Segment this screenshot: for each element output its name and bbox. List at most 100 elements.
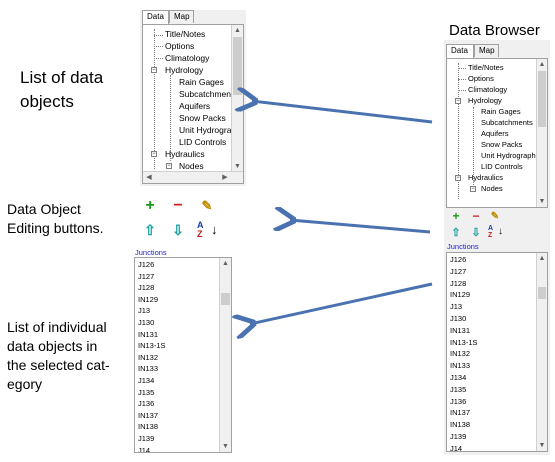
- list-item[interactable]: J127: [450, 266, 466, 277]
- scrollbar-thumb[interactable]: [538, 71, 546, 127]
- scroll-up-icon[interactable]: ▲: [537, 60, 547, 69]
- object-tree[interactable]: Title/Notes Options Climatology − Hydrol…: [446, 58, 548, 208]
- list-item[interactable]: J139: [138, 433, 154, 444]
- list-item[interactable]: J13: [138, 305, 150, 316]
- list-item[interactable]: IN132: [138, 352, 158, 363]
- list-item[interactable]: J135: [450, 384, 466, 395]
- scroll-up-icon[interactable]: ▲: [537, 254, 547, 263]
- list-item[interactable]: J126: [138, 259, 154, 270]
- delete-button[interactable]: −: [171, 197, 185, 214]
- tree-horizontal-scrollbar[interactable]: ◀ ▶: [143, 171, 243, 183]
- tree-item-title-notes[interactable]: Title/Notes: [165, 29, 205, 40]
- list-item[interactable]: IN133: [138, 363, 158, 374]
- list-item[interactable]: IN131: [138, 329, 158, 340]
- scroll-left-icon[interactable]: ◀: [145, 173, 153, 182]
- list-item[interactable]: IN133: [450, 360, 470, 371]
- tree-item-climatology[interactable]: Climatology: [468, 85, 507, 94]
- list-item[interactable]: J135: [138, 387, 154, 398]
- collapse-icon[interactable]: −: [151, 151, 157, 157]
- list-item[interactable]: J139: [450, 431, 466, 442]
- scrollbar-thumb[interactable]: [221, 293, 230, 305]
- tree-item-snow-packs[interactable]: Snow Packs: [481, 140, 522, 149]
- list-item[interactable]: IN138: [450, 419, 470, 430]
- object-tree[interactable]: Title/Notes Options Climatology − Hydrol…: [142, 24, 244, 184]
- object-list[interactable]: J126 J127 J128 IN129 J13 J130 IN131 IN13-1S IN13…: [446, 252, 548, 452]
- tree-item-aquifers[interactable]: Aquifers: [179, 101, 210, 112]
- tree-item-unit-hydrograph[interactable]: Unit Hydrograph: [481, 151, 536, 160]
- list-item[interactable]: J14: [138, 445, 150, 452]
- collapse-icon[interactable]: −: [455, 98, 461, 104]
- collapse-icon[interactable]: −: [151, 67, 157, 73]
- expand-icon[interactable]: −: [166, 163, 172, 169]
- tree-item-rain-gages[interactable]: Rain Gages: [179, 77, 224, 88]
- scroll-down-icon[interactable]: ▼: [537, 441, 547, 450]
- move-down-button[interactable]: ⇩: [171, 222, 185, 238]
- scroll-right-icon[interactable]: ▶: [221, 173, 229, 182]
- list-item[interactable]: J134: [138, 375, 154, 386]
- list-item[interactable]: J128: [138, 282, 154, 293]
- tree-item-snow-packs[interactable]: Snow Packs: [179, 113, 226, 124]
- tree-item-hydrology[interactable]: Hydrology: [468, 96, 502, 105]
- tab-map[interactable]: Map: [474, 44, 499, 57]
- list-item[interactable]: J136: [450, 396, 466, 407]
- list-item[interactable]: IN138: [138, 421, 158, 432]
- list-item[interactable]: J130: [138, 317, 154, 328]
- scroll-up-icon[interactable]: ▲: [220, 259, 231, 268]
- list-item[interactable]: IN137: [450, 407, 470, 418]
- list-item[interactable]: IN137: [138, 410, 158, 421]
- tree-item-title-notes[interactable]: Title/Notes: [468, 63, 504, 72]
- tree-item-subcatchments[interactable]: Subcatchments: [179, 89, 238, 100]
- tree-vertical-scrollbar[interactable]: ▲ ▼: [231, 25, 243, 172]
- scroll-up-icon[interactable]: ▲: [232, 26, 243, 35]
- tree-item-hydraulics[interactable]: Hydraulics: [165, 149, 205, 160]
- edit-button[interactable]: ✎: [199, 198, 215, 214]
- tree-item-hydrology[interactable]: Hydrology: [165, 65, 203, 76]
- list-vertical-scrollbar[interactable]: ▲ ▼: [219, 258, 231, 452]
- list-vertical-scrollbar[interactable]: ▲ ▼: [536, 253, 547, 451]
- list-item[interactable]: J128: [450, 278, 466, 289]
- tab-data[interactable]: Data: [446, 44, 474, 58]
- list-item[interactable]: J14: [450, 443, 462, 451]
- move-up-button[interactable]: ⇧: [143, 222, 157, 238]
- edit-button[interactable]: ✎: [489, 210, 501, 222]
- tree-item-climatology[interactable]: Climatology: [165, 53, 209, 64]
- tree-item-lid-controls[interactable]: LID Controls: [481, 162, 523, 171]
- tree-item-subcatchments[interactable]: Subcatchments: [481, 118, 533, 127]
- tree-item-lid-controls[interactable]: LID Controls: [179, 137, 226, 148]
- list-item[interactable]: IN129: [138, 294, 158, 305]
- delete-button[interactable]: −: [470, 209, 482, 223]
- scrollbar-thumb[interactable]: [233, 37, 242, 95]
- scroll-down-icon[interactable]: ▼: [232, 162, 243, 171]
- list-item[interactable]: J127: [138, 271, 154, 282]
- list-item[interactable]: IN129: [450, 289, 470, 300]
- list-item[interactable]: IN132: [450, 348, 470, 359]
- move-down-button[interactable]: ⇩: [470, 226, 482, 239]
- list-item[interactable]: IN13-1S: [138, 340, 166, 351]
- tree-item-rain-gages[interactable]: Rain Gages: [481, 107, 521, 116]
- tab-data[interactable]: Data: [142, 10, 169, 24]
- tree-item-options[interactable]: Options: [165, 41, 194, 52]
- tab-map[interactable]: Map: [169, 10, 194, 23]
- tree-vertical-scrollbar[interactable]: ▲ ▼: [536, 59, 547, 207]
- tree-item-nodes[interactable]: Nodes: [481, 184, 503, 193]
- list-item[interactable]: J13: [450, 301, 462, 312]
- scrollbar-thumb[interactable]: [538, 287, 546, 299]
- add-button[interactable]: +: [143, 197, 157, 214]
- collapse-icon[interactable]: −: [455, 175, 461, 181]
- list-item[interactable]: IN13-1S: [450, 337, 478, 348]
- expand-icon[interactable]: −: [470, 186, 476, 192]
- list-item[interactable]: J136: [138, 398, 154, 409]
- scroll-down-icon[interactable]: ▼: [220, 442, 231, 451]
- list-item[interactable]: J130: [450, 313, 466, 324]
- move-up-button[interactable]: ⇧: [450, 226, 462, 239]
- tree-item-options[interactable]: Options: [468, 74, 494, 83]
- sort-button[interactable]: A Z ↓: [488, 224, 504, 240]
- tree-item-aquifers[interactable]: Aquifers: [481, 129, 509, 138]
- list-item[interactable]: IN131: [450, 325, 470, 336]
- add-button[interactable]: +: [450, 209, 462, 223]
- list-item[interactable]: J126: [450, 254, 466, 265]
- object-list[interactable]: J126 J127 J128 IN129 J13 J130 IN131 IN13-1S IN13…: [134, 257, 232, 453]
- scroll-down-icon[interactable]: ▼: [537, 197, 547, 206]
- list-item[interactable]: J134: [450, 372, 466, 383]
- sort-button[interactable]: A Z ↓: [197, 219, 219, 241]
